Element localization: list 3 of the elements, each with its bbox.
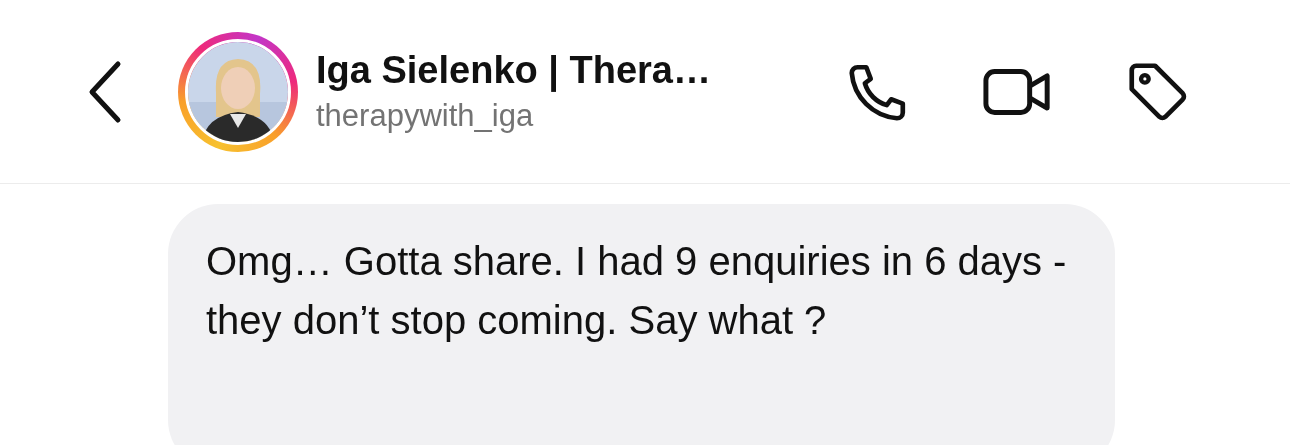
contact-name: Iga Sielenko | Thera… (316, 49, 712, 92)
username: therapywith_iga (316, 98, 535, 134)
message-text: Omg… Gotta share. I had 9 enquiries in 6 days - they don’t stop coming. Say what ? (206, 238, 1068, 344)
